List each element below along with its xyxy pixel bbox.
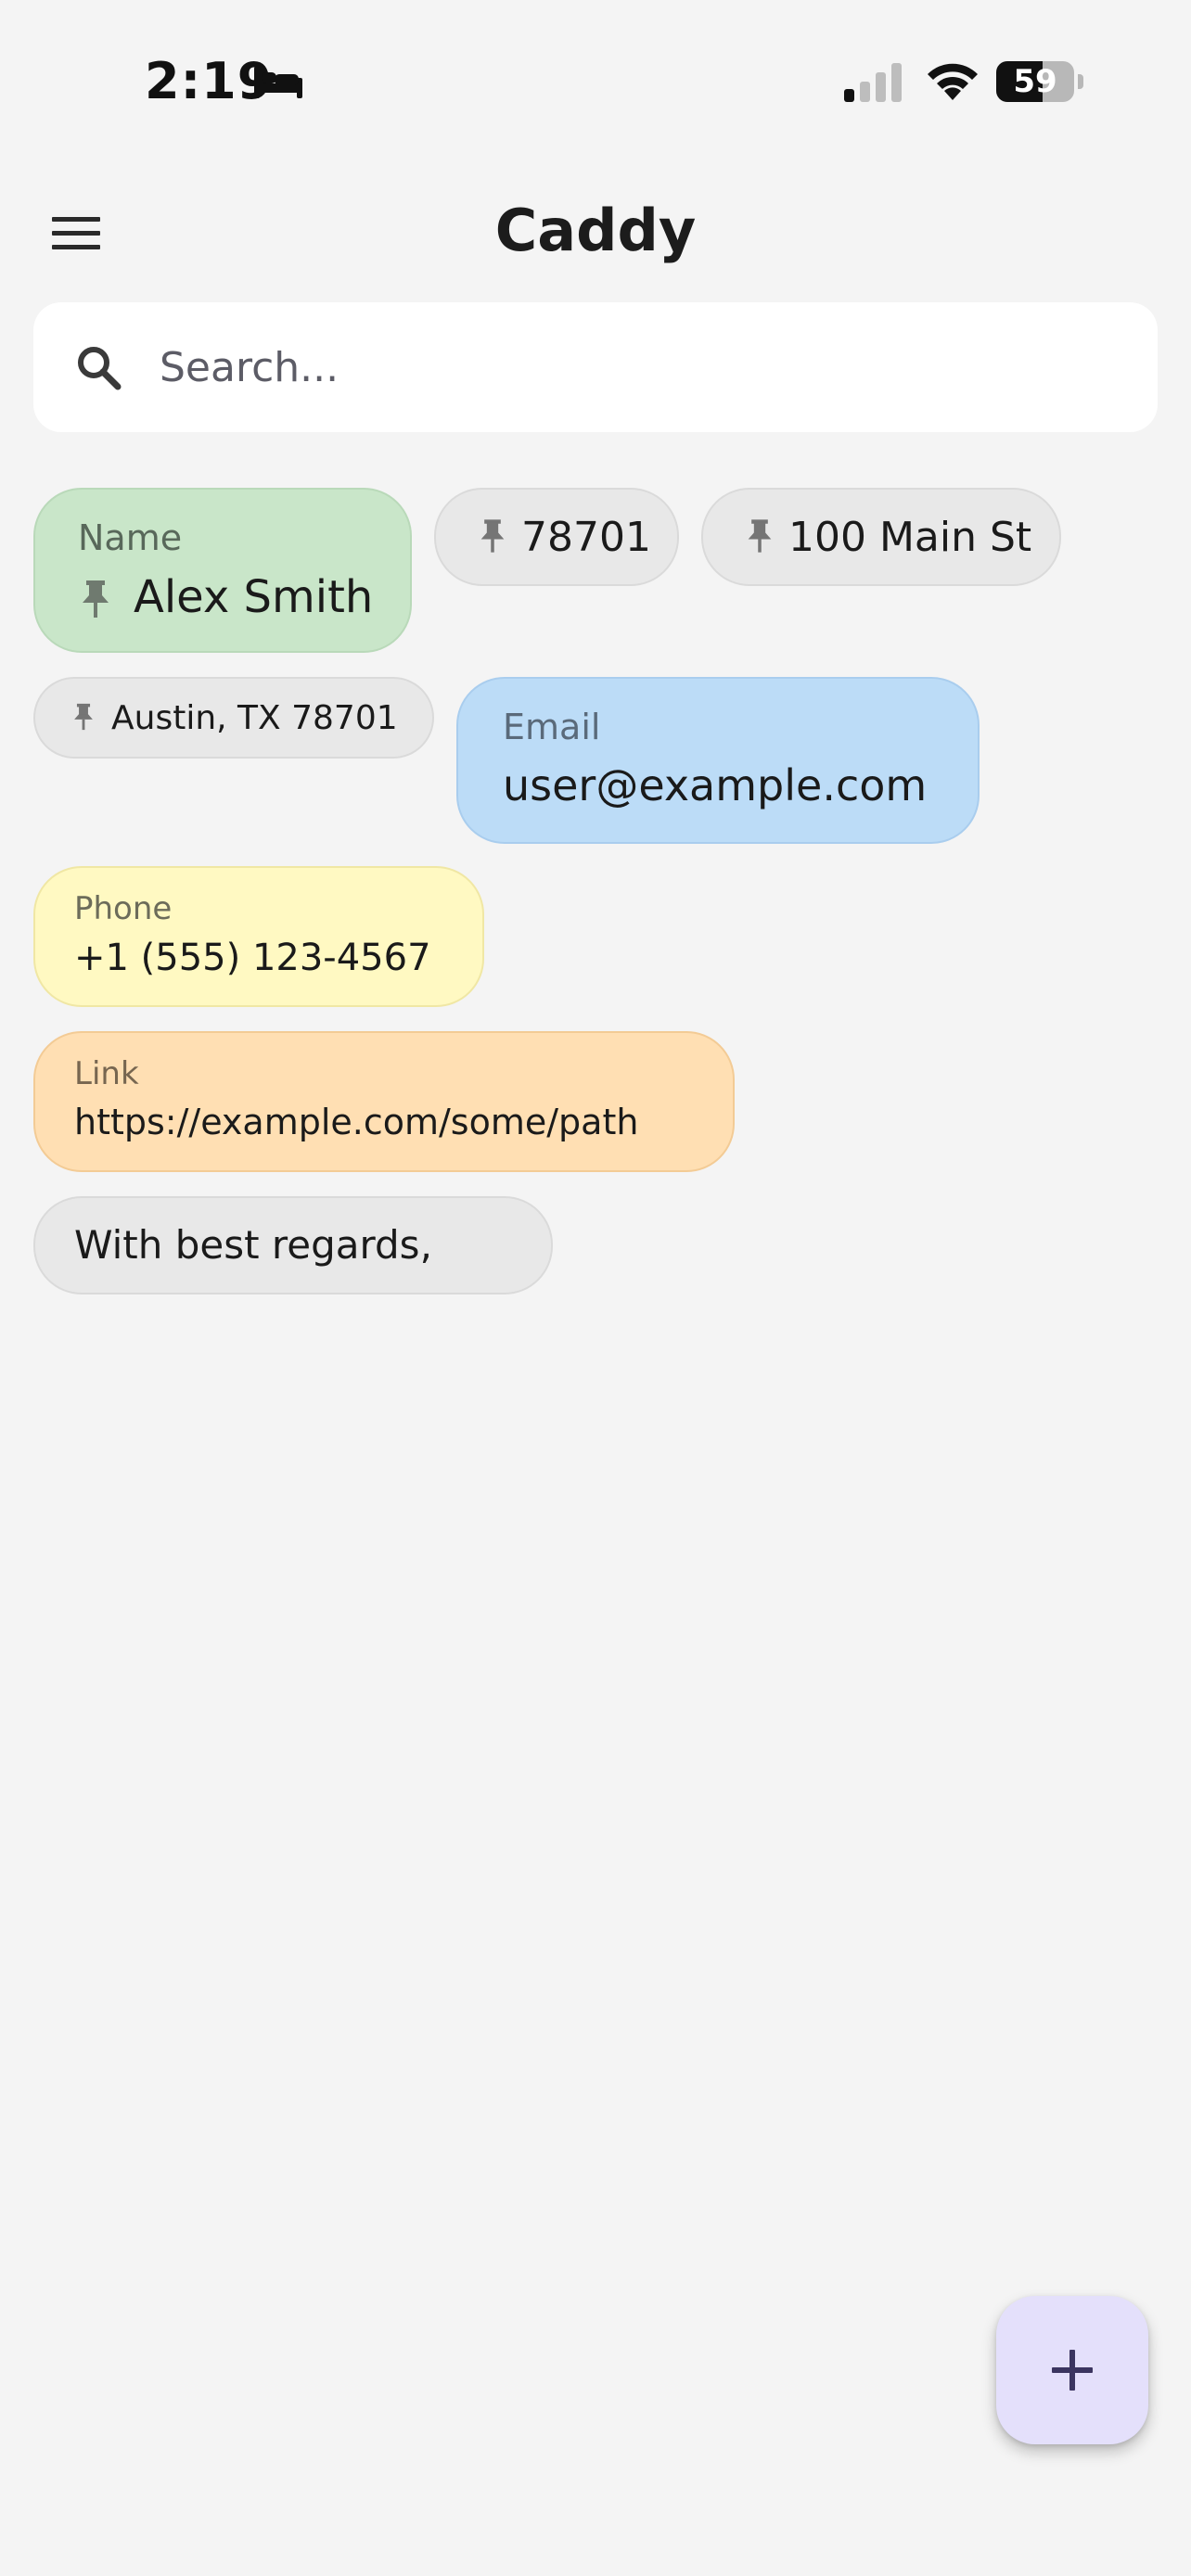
plus-icon bbox=[1052, 2350, 1093, 2391]
chip-phone-value: +1 (555) 123-4567 bbox=[74, 937, 431, 979]
chip-signoff-value: With best regards, bbox=[74, 1222, 432, 1268]
pin-icon bbox=[74, 703, 93, 731]
chip-city[interactable]: Austin, TX 78701 bbox=[33, 677, 434, 759]
chip-name[interactable]: Name Alex Smith bbox=[33, 488, 412, 653]
search-input[interactable] bbox=[158, 342, 1089, 392]
sleep-focus-bed-icon bbox=[254, 67, 302, 98]
chip-city-value: Austin, TX 78701 bbox=[111, 699, 398, 737]
chip-name-label: Name bbox=[78, 517, 183, 558]
chip-name-value: Alex Smith bbox=[134, 571, 374, 623]
add-button[interactable] bbox=[996, 2296, 1148, 2444]
chip-zip-value: 78701 bbox=[521, 514, 651, 561]
chip-link-label: Link bbox=[74, 1055, 139, 1092]
pin-icon bbox=[480, 519, 505, 553]
pin-icon bbox=[748, 519, 772, 553]
status-bar: 2:19 59 bbox=[0, 0, 1191, 158]
cellular-signal-icon bbox=[844, 63, 902, 102]
chip-phone-label: Phone bbox=[74, 890, 173, 927]
chip-email-value: user@example.com bbox=[503, 760, 928, 810]
app-bar: Caddy bbox=[0, 176, 1191, 287]
chip-email-label: Email bbox=[503, 707, 601, 747]
wifi-icon bbox=[928, 63, 978, 100]
chip-link-value: https://example.com/some/path bbox=[74, 1102, 639, 1142]
chip-zip[interactable]: 78701 bbox=[434, 488, 679, 586]
chip-street-value: 100 Main St bbox=[788, 514, 1032, 561]
battery-indicator: 59 bbox=[996, 61, 1083, 102]
chip-phone[interactable]: Phone +1 (555) 123-4567 bbox=[33, 866, 484, 1007]
search-bar[interactable] bbox=[33, 302, 1158, 432]
battery-percent: 59 bbox=[1013, 63, 1057, 100]
pin-icon bbox=[83, 580, 109, 618]
search-icon bbox=[78, 347, 122, 390]
chip-street[interactable]: 100 Main St bbox=[701, 488, 1061, 586]
chip-link[interactable]: Link https://example.com/some/path bbox=[33, 1031, 735, 1172]
app-title: Caddy bbox=[494, 197, 697, 264]
chip-signoff[interactable]: With best regards, bbox=[33, 1196, 553, 1294]
chip-email[interactable]: Email user@example.com bbox=[456, 677, 980, 844]
